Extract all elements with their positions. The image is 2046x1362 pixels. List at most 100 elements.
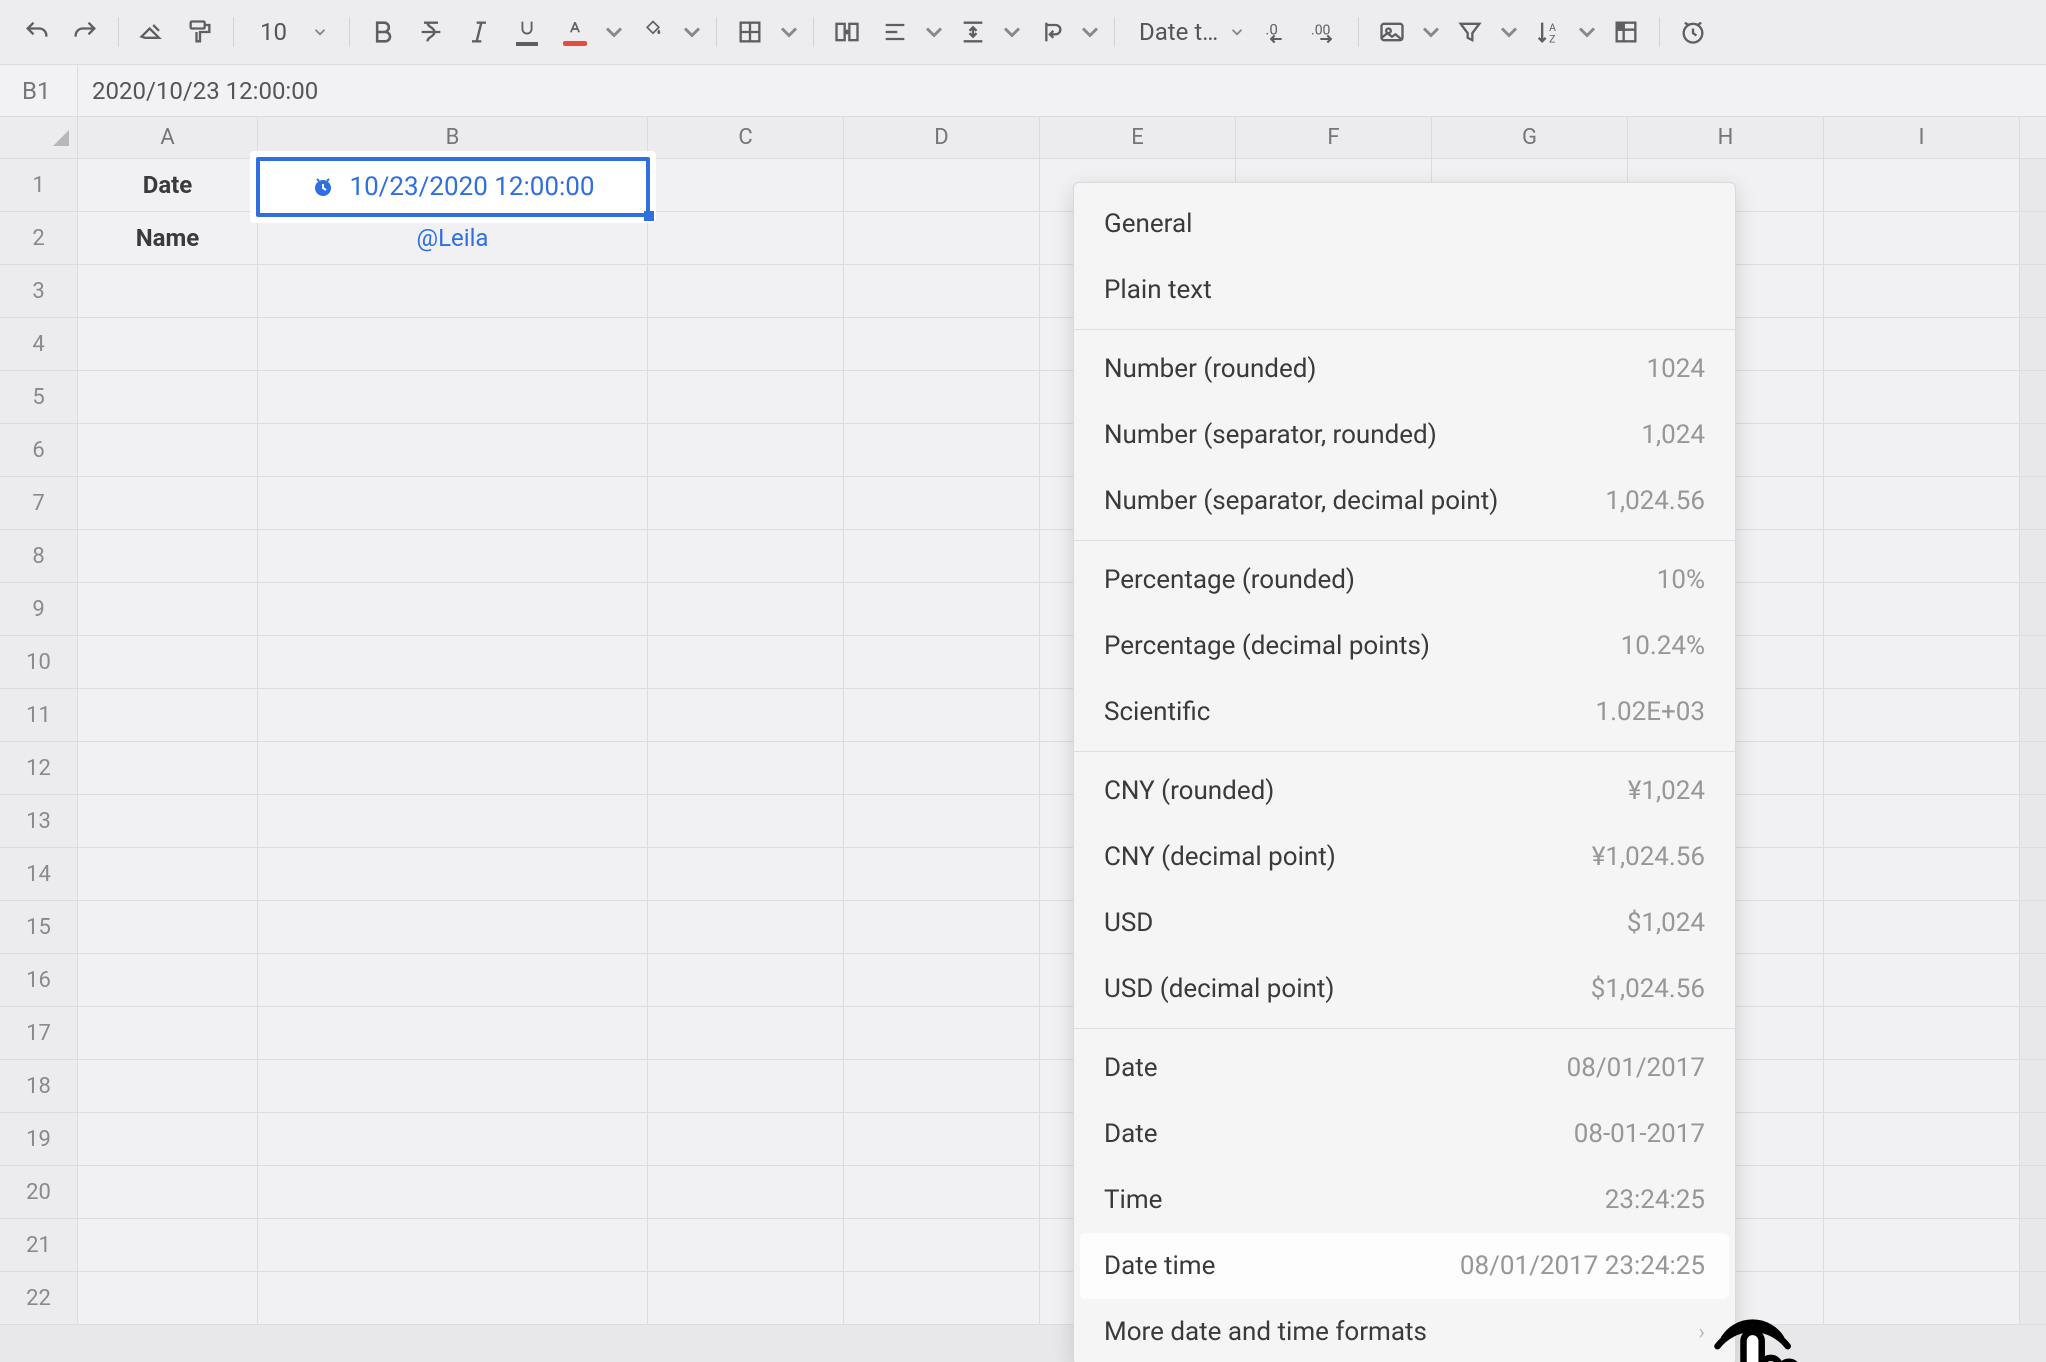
align-horizontal-chevron[interactable] xyxy=(920,9,948,55)
cell-I6[interactable] xyxy=(1824,424,2020,476)
italic-button[interactable] xyxy=(456,9,502,55)
row-header[interactable]: 5 xyxy=(0,371,78,423)
row-header[interactable]: 17 xyxy=(0,1007,78,1059)
cell-A1[interactable]: Date xyxy=(78,159,258,211)
cell-D4[interactable] xyxy=(844,318,1040,370)
row-header[interactable]: 8 xyxy=(0,530,78,582)
cell-B20[interactable] xyxy=(258,1166,648,1218)
filter-chevron[interactable] xyxy=(1495,9,1523,55)
cell-I16[interactable] xyxy=(1824,954,2020,1006)
cell-I3[interactable] xyxy=(1824,265,2020,317)
row-header[interactable]: 3 xyxy=(0,265,78,317)
cell-D16[interactable] xyxy=(844,954,1040,1006)
cell-C5[interactable] xyxy=(648,371,844,423)
row-header[interactable]: 21 xyxy=(0,1219,78,1271)
cell-C17[interactable] xyxy=(648,1007,844,1059)
select-all-corner[interactable] xyxy=(0,117,78,158)
align-horizontal-button[interactable] xyxy=(872,9,918,55)
cell-D22[interactable] xyxy=(844,1272,1040,1324)
sort-chevron[interactable] xyxy=(1573,9,1601,55)
insert-image-chevron[interactable] xyxy=(1417,9,1445,55)
cell-D10[interactable] xyxy=(844,636,1040,688)
cell-B15[interactable] xyxy=(258,901,648,953)
text-wrap-chevron[interactable] xyxy=(1076,9,1104,55)
format-option[interactable]: CNY (decimal point)¥1,024.56 xyxy=(1074,824,1735,890)
cell-C18[interactable] xyxy=(648,1060,844,1112)
cell-B22[interactable] xyxy=(258,1272,648,1324)
cell-A11[interactable] xyxy=(78,689,258,741)
cell-reference-box[interactable]: B1 xyxy=(0,65,78,116)
borders-chevron[interactable] xyxy=(775,9,803,55)
cell-D20[interactable] xyxy=(844,1166,1040,1218)
cell-A17[interactable] xyxy=(78,1007,258,1059)
column-header-e[interactable]: E xyxy=(1040,117,1236,158)
cell-D7[interactable] xyxy=(844,477,1040,529)
cell-I9[interactable] xyxy=(1824,583,2020,635)
cell-C7[interactable] xyxy=(648,477,844,529)
row-header[interactable]: 19 xyxy=(0,1113,78,1165)
cell-C4[interactable] xyxy=(648,318,844,370)
borders-button[interactable] xyxy=(727,9,773,55)
cell-D18[interactable] xyxy=(844,1060,1040,1112)
cell-B7[interactable] xyxy=(258,477,648,529)
format-option[interactable]: Percentage (decimal points)10.24% xyxy=(1074,613,1735,679)
cell-C1[interactable] xyxy=(648,159,844,211)
format-option[interactable]: Time23:24:25 xyxy=(1074,1167,1735,1233)
cell-I19[interactable] xyxy=(1824,1113,2020,1165)
underline-button[interactable] xyxy=(504,9,550,55)
cell-I21[interactable] xyxy=(1824,1219,2020,1271)
cell-B14[interactable] xyxy=(258,848,648,900)
cell-C16[interactable] xyxy=(648,954,844,1006)
sort-button[interactable]: AZ xyxy=(1525,9,1571,55)
insert-image-button[interactable] xyxy=(1369,9,1415,55)
row-header[interactable]: 12 xyxy=(0,742,78,794)
cell-C14[interactable] xyxy=(648,848,844,900)
cell-I14[interactable] xyxy=(1824,848,2020,900)
cell-A15[interactable] xyxy=(78,901,258,953)
text-color-chevron[interactable] xyxy=(600,9,628,55)
bold-button[interactable] xyxy=(360,9,406,55)
cell-A21[interactable] xyxy=(78,1219,258,1271)
strikethrough-button[interactable] xyxy=(408,9,454,55)
cell-C8[interactable] xyxy=(648,530,844,582)
format-option[interactable]: Plain text xyxy=(1074,257,1735,323)
column-header-h[interactable]: H xyxy=(1628,117,1824,158)
cell-B13[interactable] xyxy=(258,795,648,847)
cell-D12[interactable] xyxy=(844,742,1040,794)
text-color-button[interactable] xyxy=(552,9,598,55)
fill-color-chevron[interactable] xyxy=(678,9,706,55)
cell-D11[interactable] xyxy=(844,689,1040,741)
format-painter-button[interactable] xyxy=(177,9,223,55)
cell-D5[interactable] xyxy=(844,371,1040,423)
cell-B4[interactable] xyxy=(258,318,648,370)
cell-C10[interactable] xyxy=(648,636,844,688)
cell-B9[interactable] xyxy=(258,583,648,635)
column-header-b[interactable]: B xyxy=(258,117,648,158)
cell-A13[interactable] xyxy=(78,795,258,847)
cell-A3[interactable] xyxy=(78,265,258,317)
number-format-selector[interactable]: Date t… xyxy=(1125,18,1252,46)
align-vertical-button[interactable] xyxy=(950,9,996,55)
reminder-button[interactable] xyxy=(1670,9,1716,55)
cell-C21[interactable] xyxy=(648,1219,844,1271)
cell-B6[interactable] xyxy=(258,424,648,476)
cell-B2[interactable]: @Leila xyxy=(258,212,648,264)
cell-D6[interactable] xyxy=(844,424,1040,476)
clear-format-button[interactable] xyxy=(129,9,175,55)
format-option[interactable]: General xyxy=(1074,191,1735,257)
cell-C9[interactable] xyxy=(648,583,844,635)
font-size-selector[interactable]: 10 xyxy=(244,9,339,55)
column-header-a[interactable]: A xyxy=(78,117,258,158)
cell-C6[interactable] xyxy=(648,424,844,476)
cell-I1[interactable] xyxy=(1824,159,2020,211)
cell-B19[interactable] xyxy=(258,1113,648,1165)
cell-I7[interactable] xyxy=(1824,477,2020,529)
cell-A19[interactable] xyxy=(78,1113,258,1165)
cell-B1[interactable] xyxy=(258,159,648,211)
column-header-i[interactable]: I xyxy=(1824,117,2020,158)
row-header[interactable]: 9 xyxy=(0,583,78,635)
row-header[interactable]: 6 xyxy=(0,424,78,476)
cell-B16[interactable] xyxy=(258,954,648,1006)
row-header[interactable]: 16 xyxy=(0,954,78,1006)
format-option[interactable]: Percentage (rounded)10% xyxy=(1074,547,1735,613)
